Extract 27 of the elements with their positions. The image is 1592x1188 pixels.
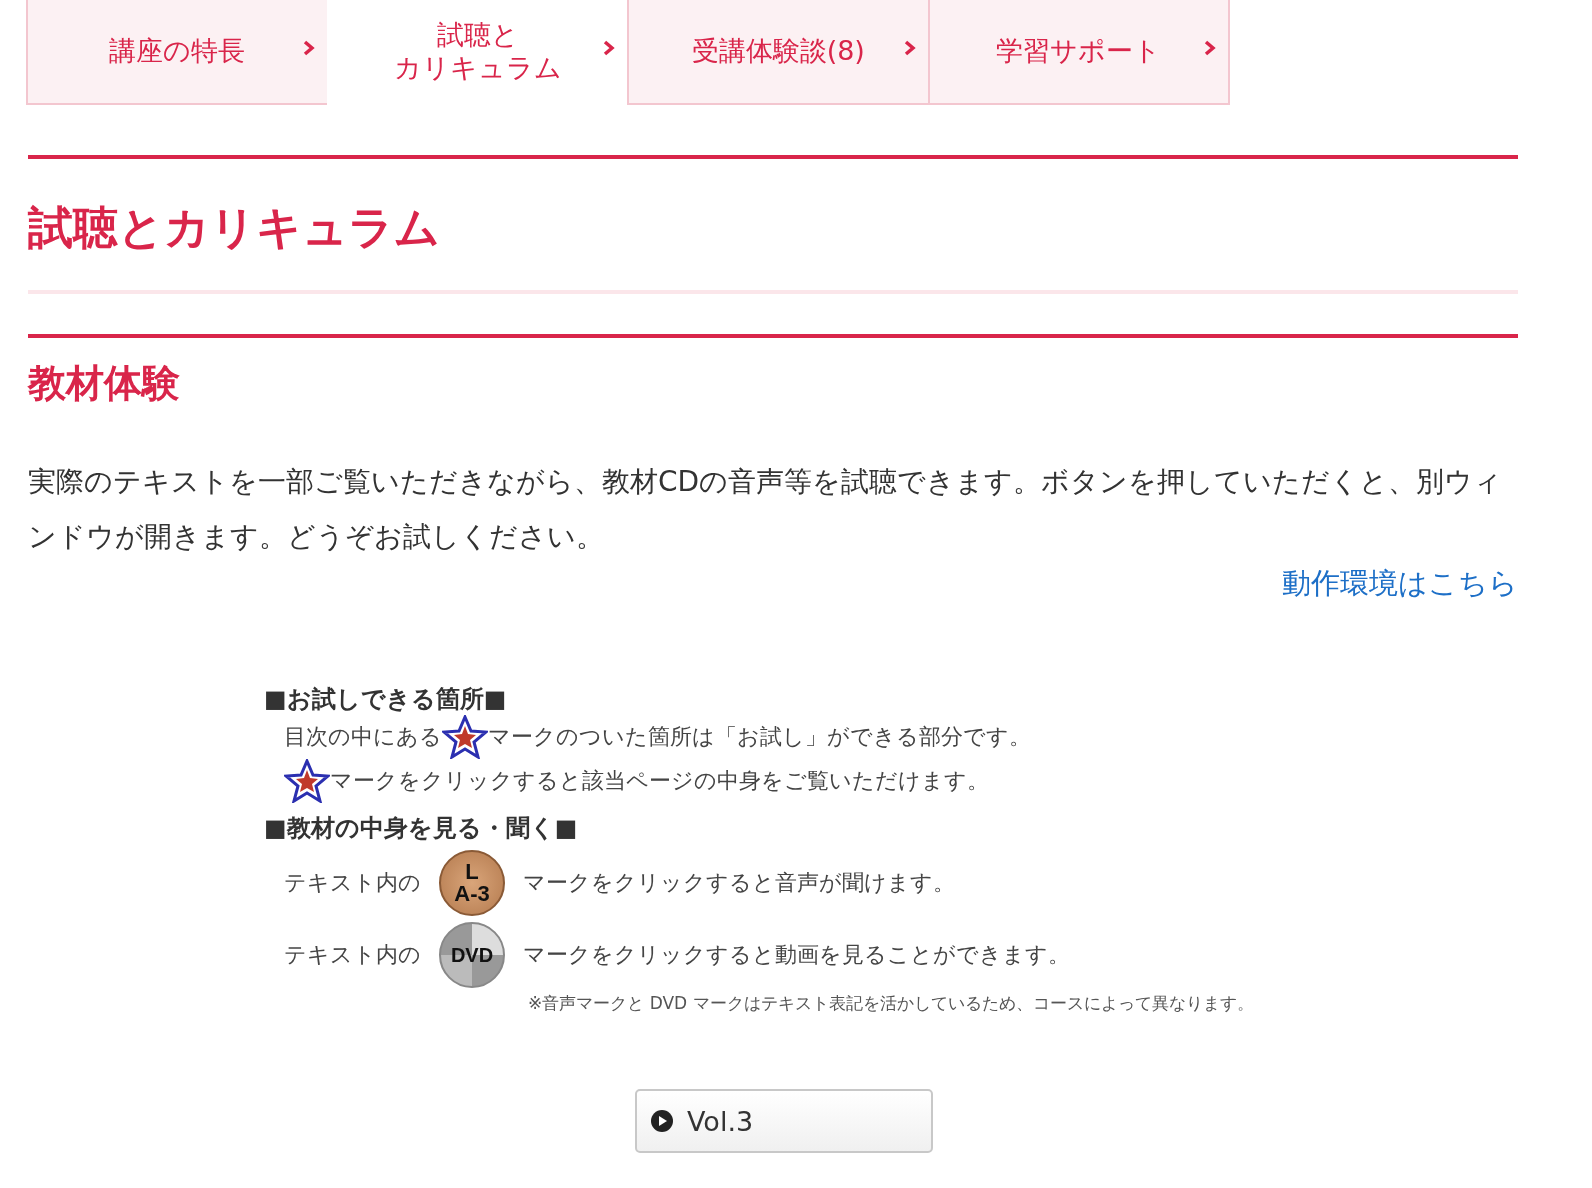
chevron-icon [1204, 40, 1216, 56]
nav-tab[interactable]: 学習サポート [927, 0, 1230, 105]
star-icon [442, 715, 488, 760]
guide-text: マークをクリックすると動画を見ることができます。 [523, 941, 1070, 970]
audio-mark-icon: L A-3 [439, 850, 505, 917]
description-text: 実際のテキストを一部ご覧いただきながら、教材CDの音声等を試聴できます。ボタンを押していただくと、別ウィンドウが開きます。どうぞお試しください。 [28, 464, 1504, 555]
chevron-icon [302, 40, 315, 56]
nav-tab[interactable]: 講座の特長 [26, 0, 329, 105]
section-heading: 教材体験 [28, 364, 181, 402]
guide-text: テキスト内の [284, 869, 421, 898]
guide-heading: ■お試しできる箇所■ [264, 684, 508, 715]
page-title: 試聴とカリキュラム [28, 205, 441, 250]
guide-text: マークをクリックすると該当ページの中身をご覧いただけます。 [330, 767, 989, 796]
guide-text: 目次の中にある [284, 723, 442, 752]
star-icon [284, 759, 330, 804]
nav-tab[interactable]: 受講体験談(8) [627, 0, 930, 105]
guide-note: ※音声マークと DVD マークはテキスト表記を活かしているため、コースによって異なります。 [528, 992, 1255, 1016]
guide-heading: ■教材の中身を見る・聞く■ [264, 813, 579, 845]
dvd-mark-icon: DVD [439, 922, 505, 989]
guide-text: テキスト内の [284, 941, 421, 970]
guide-text: マークをクリックすると音声が聞けます。 [523, 869, 955, 898]
chevron-icon [903, 40, 916, 56]
system-requirements-link[interactable]: 動作環境はこちら [1282, 566, 1518, 600]
chevron-icon [603, 40, 615, 56]
play-button[interactable]: Vol.3 [635, 1089, 933, 1154]
guide-text: マークのついた箇所は「お試し」ができる部分です。 [488, 723, 1031, 752]
play-icon [651, 1110, 673, 1133]
